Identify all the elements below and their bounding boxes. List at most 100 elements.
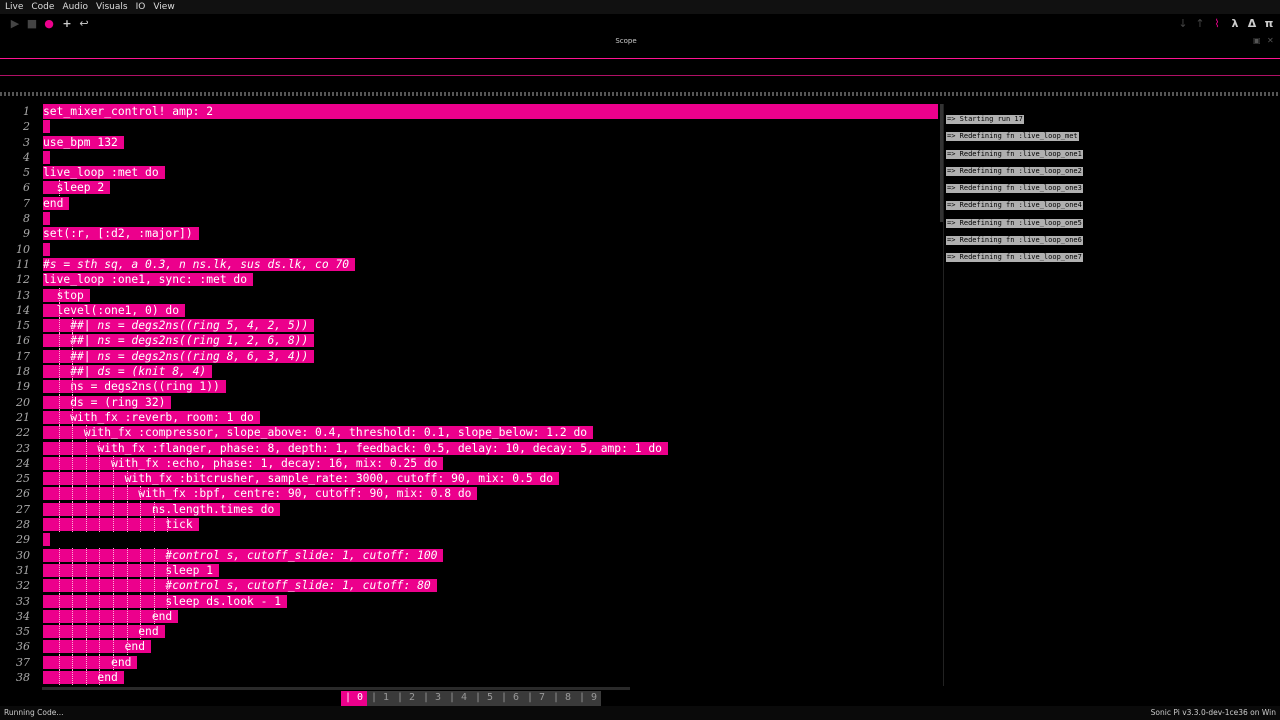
code-line[interactable]: stop xyxy=(43,287,938,303)
code-line[interactable]: with_fx :compressor, slope_above: 0.4, t… xyxy=(43,425,938,441)
indent-guide xyxy=(167,578,169,594)
indent-guide xyxy=(85,639,88,655)
code-line[interactable] xyxy=(43,211,938,226)
code-line[interactable]: end xyxy=(43,196,938,211)
indent-guide xyxy=(58,501,61,518)
size-up-icon[interactable]: + xyxy=(60,17,74,31)
line-number: 24 xyxy=(16,456,30,470)
code-line[interactable]: end xyxy=(43,669,938,686)
code-area[interactable]: set_mixer_control! amp: 2 use_bpm 132 live… xyxy=(43,104,938,686)
code-line[interactable]: ds = (ring 32) xyxy=(43,394,938,410)
code-line[interactable]: end xyxy=(43,624,938,640)
line-number: 22 xyxy=(16,426,30,440)
code-line[interactable] xyxy=(43,532,938,547)
record-icon[interactable]: ● xyxy=(42,17,56,31)
indent-guide xyxy=(99,440,101,456)
menu-visuals[interactable]: Visuals xyxy=(91,0,131,14)
code-line[interactable]: ns = degs2ns((ring 1)) xyxy=(43,379,938,395)
code-line[interactable]: #control s, cutoff_slide: 1, cutoff: 80 xyxy=(43,578,938,594)
indent-guide xyxy=(113,654,115,670)
code-line[interactable]: sleep ds.look - 1 xyxy=(43,593,938,609)
code-line[interactable]: set(:r, [:d2, :major]) xyxy=(43,226,938,241)
code-line-text: #control s, cutoff_slide: 1, cutoff: 80 xyxy=(43,579,437,593)
code-line[interactable]: with_fx :echo, phase: 1, decay: 16, mix:… xyxy=(43,455,938,472)
indent-guide xyxy=(72,333,74,349)
code-line-text xyxy=(43,150,50,164)
code-line[interactable]: #control s, cutoff_slide: 1, cutoff: 100 xyxy=(43,547,938,563)
code-line[interactable] xyxy=(43,119,938,134)
menu-live[interactable]: Live xyxy=(0,0,26,14)
log-entry: => Redefining fn :live_loop_one7 xyxy=(946,244,1276,263)
horizontal-scrollbar[interactable] xyxy=(42,687,630,690)
code-line-text: set_mixer_control! amp: 2 xyxy=(43,104,938,120)
code-line[interactable] xyxy=(43,242,938,257)
scope-title: Scope xyxy=(615,37,637,45)
arrow-up-icon[interactable]: ↑ xyxy=(1193,17,1207,31)
code-line[interactable]: end xyxy=(43,608,938,625)
code-line[interactable]: end xyxy=(43,654,938,670)
code-line[interactable]: set_mixer_control! amp: 2 xyxy=(43,104,938,120)
code-editor[interactable]: 1 2 3 4 5 6 7 8 9 10 11 12 13 14 15 16 17 18 19 20 21 22 23 24 2… xyxy=(0,104,940,686)
line-number: 4 xyxy=(23,150,30,164)
scope-splitter[interactable] xyxy=(0,92,1280,96)
code-line-text: sleep 1 xyxy=(43,563,220,577)
code-line[interactable]: ns.length.times do xyxy=(43,501,938,518)
play-icon[interactable]: ▶ xyxy=(8,17,22,31)
code-line[interactable]: ##| ns = degs2ns((ring 5, 4, 2, 5)) xyxy=(43,318,938,334)
log-splitter[interactable] xyxy=(943,104,944,686)
delta-icon[interactable]: Δ xyxy=(1245,17,1259,31)
lambda-icon[interactable]: λ xyxy=(1228,17,1242,31)
code-line[interactable]: with_fx :reverb, room: 1 do xyxy=(43,409,938,426)
code-line-text: ##| ns = degs2ns((ring 8, 6, 3, 4)) xyxy=(43,349,315,363)
indent-guide xyxy=(72,501,74,518)
code-line[interactable]: with_fx :bitcrusher, sample_rate: 3000, … xyxy=(43,471,938,487)
indent-guide xyxy=(140,562,142,579)
code-line[interactable]: end xyxy=(43,639,938,655)
indent-guide xyxy=(99,624,101,640)
scope-float-icon[interactable]: ▣ xyxy=(1253,36,1261,45)
code-line[interactable]: live_loop :one1, sync: :met do xyxy=(43,272,938,287)
indent-guide xyxy=(99,639,101,655)
scope-waveform-right xyxy=(0,75,1280,76)
menu-code[interactable]: Code xyxy=(26,0,57,14)
indent-guide xyxy=(85,547,88,563)
code-line[interactable]: live_loop :met do xyxy=(43,165,938,180)
code-line[interactable]: level(:one1, 0) do xyxy=(43,302,938,319)
line-number: 6 xyxy=(23,181,30,195)
code-line[interactable] xyxy=(43,150,938,165)
code-line[interactable]: use_bpm 132 xyxy=(43,135,938,150)
code-line[interactable]: ##| ns = degs2ns((ring 1, 2, 6, 8)) xyxy=(43,333,938,349)
code-line[interactable]: #s = sth sq, a 0.3, n ns.lk, sus ds.lk, … xyxy=(43,257,938,272)
pi-icon[interactable]: π xyxy=(1262,17,1276,31)
toolbar: ▶ ■ ● + ↩ ↓ ↑ ⌇ λ Δ π xyxy=(0,14,1280,34)
menu-io[interactable]: IO xyxy=(131,0,149,14)
code-line[interactable]: with_fx :flanger, phase: 8, depth: 1, fe… xyxy=(43,440,938,456)
code-line[interactable]: ##| ds = (knit 8, 4) xyxy=(43,364,938,380)
indent-guide xyxy=(85,669,88,686)
scope-close-icon[interactable]: ✕ xyxy=(1267,36,1274,45)
indent-guide xyxy=(113,547,115,563)
menu-audio[interactable]: Audio xyxy=(57,0,91,14)
indent-guide xyxy=(99,486,101,502)
code-line[interactable]: with_fx :bpf, centre: 90, cutoff: 90, mi… xyxy=(43,486,938,502)
code-line[interactable]: sleep 1 xyxy=(43,562,938,579)
align-icon[interactable]: ↩ xyxy=(77,17,91,31)
indent-guide xyxy=(140,547,142,563)
indent-guide xyxy=(85,562,88,579)
indent-guide xyxy=(113,608,115,625)
menu-bar: Live Code Audio Visuals IO View xyxy=(0,0,1280,14)
stop-icon[interactable]: ■ xyxy=(25,17,39,31)
line-number: 15 xyxy=(16,319,30,333)
code-line[interactable]: ##| ns = degs2ns((ring 8, 6, 3, 4)) xyxy=(43,348,938,365)
code-line[interactable]: tick xyxy=(43,517,938,533)
arrow-down-icon[interactable]: ↓ xyxy=(1176,17,1190,31)
indent-guide xyxy=(99,562,101,579)
indent-guide xyxy=(140,486,142,502)
code-line[interactable]: sleep 2 xyxy=(43,180,938,196)
code-line-text: ##| ds = (knit 8, 4) xyxy=(43,365,213,379)
scope-icon[interactable]: ⌇ xyxy=(1210,17,1224,31)
menu-view[interactable]: View xyxy=(148,0,177,14)
indent-guide xyxy=(72,394,74,410)
indent-guide xyxy=(58,517,61,533)
indent-guide xyxy=(72,425,74,441)
